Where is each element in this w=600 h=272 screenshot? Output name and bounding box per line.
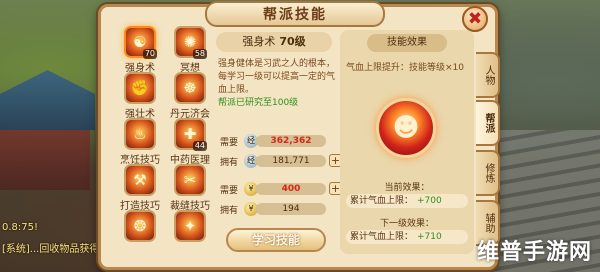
chat-line: [系统]...回收物品获得... [2, 244, 109, 255]
exp-need-value: 362,362 [256, 135, 326, 147]
skill-icon: ✚ 44 [174, 118, 207, 151]
skill-icon: ✊ [124, 72, 156, 104]
skill-title: 强身术 70级 [216, 32, 332, 52]
skill-icon: ✦ [174, 210, 206, 242]
research-note: 帮派已研究至100级 [218, 98, 299, 108]
skill-list: ☯ 70 强身术 ✺ 58 冥想 ✊ 强壮术 ☸ 丹元济会 ♨ 烹饪技巧 ✚ 44 中… [117, 26, 217, 256]
skill-icon: ☸ [174, 72, 206, 104]
skill-effect-panel: 技能效果 气血上限提升：技能等级×10 ☻ 当前效果： 累计气血上限： +700 … [340, 30, 474, 254]
skill-icon: ♨ [124, 118, 156, 150]
exp-have-value: 181,771 [256, 155, 326, 167]
skill-icon: ✂ [174, 164, 206, 196]
gold-need-value: 400 [256, 183, 326, 195]
building-roof [0, 70, 95, 130]
skill-item-medicine[interactable]: ✚ 44 中药医理 [167, 118, 213, 166]
exp-need-row: 需要 经 362,362 [220, 134, 336, 148]
skill-icon: ✺ 58 [174, 26, 207, 59]
chat-line: 0.8:75! [2, 222, 39, 233]
exp-have-row: 拥有 经 181,771 + [220, 154, 342, 168]
effect-description: 气血上限提升：技能等级×10 [346, 63, 464, 73]
skill-item-extra-2[interactable]: ✦ [167, 210, 213, 254]
window-title: 帮派技能 [205, 1, 385, 27]
skill-item-meditation[interactable]: ✺ 58 冥想 [167, 26, 213, 74]
blood-spirit-icon: ☻ [376, 98, 436, 158]
gold-have-row: 拥有 ¥ 194 [220, 202, 336, 216]
skill-icon: ⚒ [124, 164, 156, 196]
skill-detail: 强身术 70级 强身健体是习武之人的根本，每学习一级可以提高一定的气血上限。 帮派… [212, 28, 342, 258]
skill-item-sturdy[interactable]: ✊ 强壮术 [117, 72, 163, 120]
next-effect-label: 下一级效果： [379, 219, 434, 229]
skill-item-forging[interactable]: ⚒ 打造技巧 [117, 164, 163, 212]
skill-description: 强身健体是习武之人的根本，每学习一级可以提高一定的气血上限。 帮派已研究至100… [218, 59, 336, 108]
skill-item-cooking[interactable]: ♨ 烹饪技巧 [117, 118, 163, 166]
next-effect-line: 累计气血上限： +710 [346, 230, 468, 244]
gold-need-row: 需要 ¥ 400 + [220, 182, 342, 196]
close-button[interactable]: ✖ [462, 6, 488, 32]
skill-icon: ❂ [124, 210, 156, 242]
skill-item-tailoring[interactable]: ✂ 裁缝技巧 [167, 164, 213, 212]
learn-skill-button[interactable]: 学习技能 [226, 228, 326, 252]
building-wall [0, 130, 90, 190]
tab-guild[interactable]: 帮派 [476, 100, 500, 146]
watermark-text: 维普手游网 [476, 240, 592, 265]
skill-item-strength[interactable]: ☯ 70 强身术 [117, 26, 163, 74]
tab-character[interactable]: 人物 [476, 52, 500, 98]
current-effect-line: 累计气血上限： +700 [346, 194, 468, 208]
tab-cultivation[interactable]: 修炼 [476, 150, 500, 196]
skill-item-extra-1[interactable]: ❂ [117, 210, 163, 254]
effect-title: 技能效果 [367, 34, 447, 52]
skill-item-alchemy[interactable]: ☸ 丹元济会 [167, 72, 213, 120]
skill-icon: ☯ 70 [124, 26, 157, 59]
current-effect-label: 当前效果： [384, 183, 430, 193]
gold-have-value: 194 [256, 203, 326, 215]
